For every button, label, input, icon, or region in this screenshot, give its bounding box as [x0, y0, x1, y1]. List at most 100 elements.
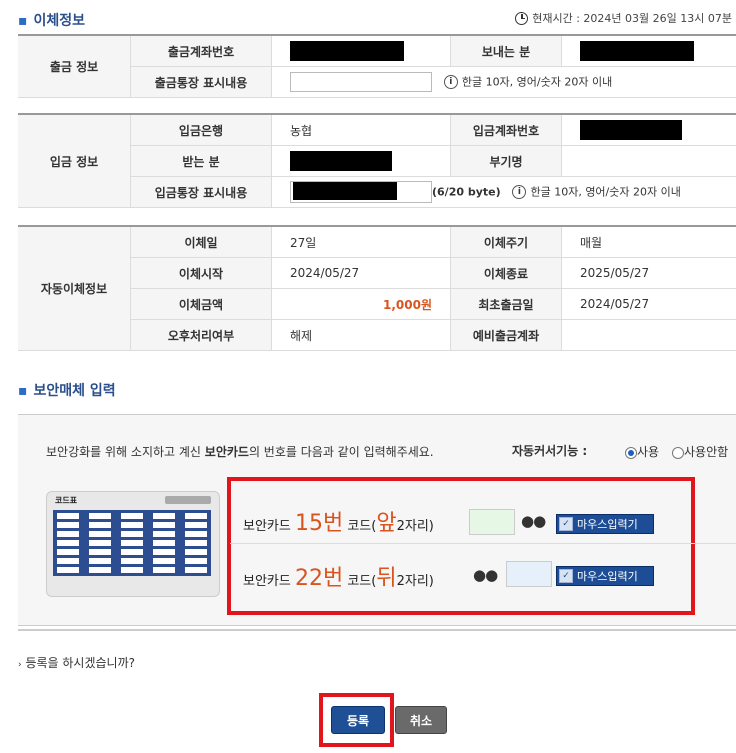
sender-label: 보내는 분 — [450, 34, 562, 67]
card-grid-cell — [89, 522, 111, 528]
card-grid-cell — [185, 531, 207, 537]
card-grid-cell — [153, 540, 175, 546]
reserve-account-label: 예비출금계좌 — [450, 319, 562, 351]
card-grid-cell — [185, 558, 207, 564]
transfer-day-value: 27일 — [271, 225, 451, 258]
card-grid-cell — [121, 540, 143, 546]
highlight-frame — [227, 477, 695, 615]
card-grid-cell — [57, 513, 79, 519]
deposit-memo-label: 입금통장 표시내용 — [130, 176, 272, 208]
card-grid-cell — [153, 522, 175, 528]
mouse-input-button-2[interactable]: ✓ 마우스입력기 — [556, 566, 654, 586]
card-grid-cell — [57, 522, 79, 528]
card-grid-cell — [153, 549, 175, 555]
byte-count: (6/20 byte) — [432, 185, 501, 199]
sender-value — [561, 34, 736, 67]
register-button[interactable]: 등록 — [331, 706, 385, 734]
withdraw-memo-input[interactable] — [290, 72, 432, 92]
reserve-account-value — [561, 319, 736, 351]
security-card-image: 코드표 — [46, 491, 220, 597]
card-grid-cell — [153, 558, 175, 564]
card-grid-cell — [57, 549, 79, 555]
info-icon: i — [512, 185, 527, 199]
card-grid-cell — [57, 567, 79, 573]
deposit-memo-input[interactable] — [290, 181, 432, 203]
end-date-label: 이체종료 — [450, 257, 562, 289]
card-grid-cell — [121, 567, 143, 573]
extra-name-value — [561, 145, 736, 177]
auto-transfer-table: 자동이체정보 이체일 27일 이체주기 매월 이체시작 2024/05/27 이… — [18, 225, 736, 351]
receiver-value — [271, 145, 451, 177]
afternoon-label: 오후처리여부 — [130, 319, 272, 351]
redacted-block — [293, 182, 397, 200]
card-grid-cell — [89, 558, 111, 564]
section-divider — [18, 629, 736, 631]
clock-icon — [515, 11, 529, 25]
deposit-group-label: 입금 정보 — [18, 113, 131, 208]
card-grid-cell — [121, 513, 143, 519]
redacted-block — [290, 41, 404, 61]
row-divider — [230, 543, 736, 544]
card-grid-cell — [89, 513, 111, 519]
card-grid-cell — [57, 540, 79, 546]
card-grid-cell — [153, 513, 175, 519]
code-row-2-label: 보안카드 22번 코드(뒤2자리) — [243, 566, 434, 591]
deposit-bank-value: 농협 — [271, 113, 451, 146]
checkbox-icon: ✓ — [559, 517, 573, 531]
deposit-bank-label: 입금은행 — [130, 113, 272, 146]
card-serial-bar — [165, 496, 211, 504]
radio-on-icon[interactable] — [625, 446, 637, 459]
card-grid-cell — [153, 567, 175, 573]
withdraw-memo-cell: i 한글 10자, 영어/숫자 20자 이내 — [271, 66, 736, 98]
amount-value: 1,000원 — [271, 288, 451, 320]
card-grid-cell — [185, 522, 207, 528]
masked-digits: ●● — [521, 512, 546, 530]
card-grid-cell — [185, 540, 207, 546]
auto-cursor-use[interactable]: 사용 — [625, 443, 659, 460]
bullet-icon: ▪ — [18, 383, 28, 399]
receiver-label: 받는 분 — [130, 145, 272, 177]
cancel-button[interactable]: 취소 — [395, 706, 447, 734]
auto-cursor-nouse[interactable]: 사용안함 — [672, 443, 728, 460]
redacted-block — [580, 120, 682, 140]
transfer-cycle-value: 매월 — [561, 225, 736, 258]
card-grid-cell — [121, 558, 143, 564]
start-date-value: 2024/05/27 — [271, 257, 451, 289]
current-time: 현재시간 : 2024년 03월 26일 13시 07분 — [515, 10, 732, 26]
code-row-1-label: 보안카드 15번 코드(앞2자리) — [243, 511, 434, 536]
redacted-block — [580, 41, 694, 61]
bullet-icon: ▪ — [18, 13, 28, 29]
afternoon-value: 해제 — [271, 319, 451, 351]
card-grid-cell — [185, 549, 207, 555]
amount-label: 이체금액 — [130, 288, 272, 320]
withdraw-table: 출금 정보 출금계좌번호 보내는 분 출금통장 표시내용 i 한글 10자, 영어… — [18, 34, 736, 98]
withdraw-account-value — [271, 34, 451, 67]
deposit-table: 입금 정보 입금은행 농협 입금계좌번호 받는 분 부기명 입금통장 표시내용 … — [18, 113, 736, 208]
card-grid-cell — [89, 567, 111, 573]
code-row-1-input[interactable] — [469, 509, 515, 535]
start-date-label: 이체시작 — [130, 257, 272, 289]
deposit-memo-cell: (6/20 byte) i 한글 10자, 영어/숫자 20자 이내 — [271, 176, 736, 208]
code-row-2-input[interactable] — [506, 561, 552, 587]
end-date-value: 2025/05/27 — [561, 257, 736, 289]
deposit-memo-hint: 한글 10자, 영어/숫자 20자 이내 — [530, 185, 681, 199]
withdraw-memo-label: 출금통장 표시내용 — [130, 66, 272, 98]
transfer-cycle-label: 이체주기 — [450, 225, 562, 258]
confirm-question: › 등록을 하시겠습니까? — [18, 656, 135, 670]
card-title: 코드표 — [55, 496, 78, 505]
radio-off-icon[interactable] — [672, 446, 684, 459]
extra-name-label: 부기명 — [450, 145, 562, 177]
card-grid-cell — [89, 540, 111, 546]
security-guide: 보안강화를 위해 소지하고 계신 보안카드의 번호를 다음과 같이 입력해주세요… — [46, 445, 434, 459]
card-grid-cell — [89, 531, 111, 537]
masked-digits: ●● — [473, 566, 498, 584]
card-grid-cell — [121, 522, 143, 528]
mouse-input-button-1[interactable]: ✓ 마우스입력기 — [556, 514, 654, 534]
first-withdraw-value: 2024/05/27 — [561, 288, 736, 320]
info-icon: i — [443, 75, 458, 89]
transfer-day-label: 이체일 — [130, 225, 272, 258]
security-title: ▪ 보안매체 입력 — [18, 383, 116, 399]
deposit-account-label: 입금계좌번호 — [450, 113, 562, 146]
first-withdraw-label: 최초출금일 — [450, 288, 562, 320]
withdraw-memo-hint: 한글 10자, 영어/숫자 20자 이내 — [461, 75, 613, 89]
